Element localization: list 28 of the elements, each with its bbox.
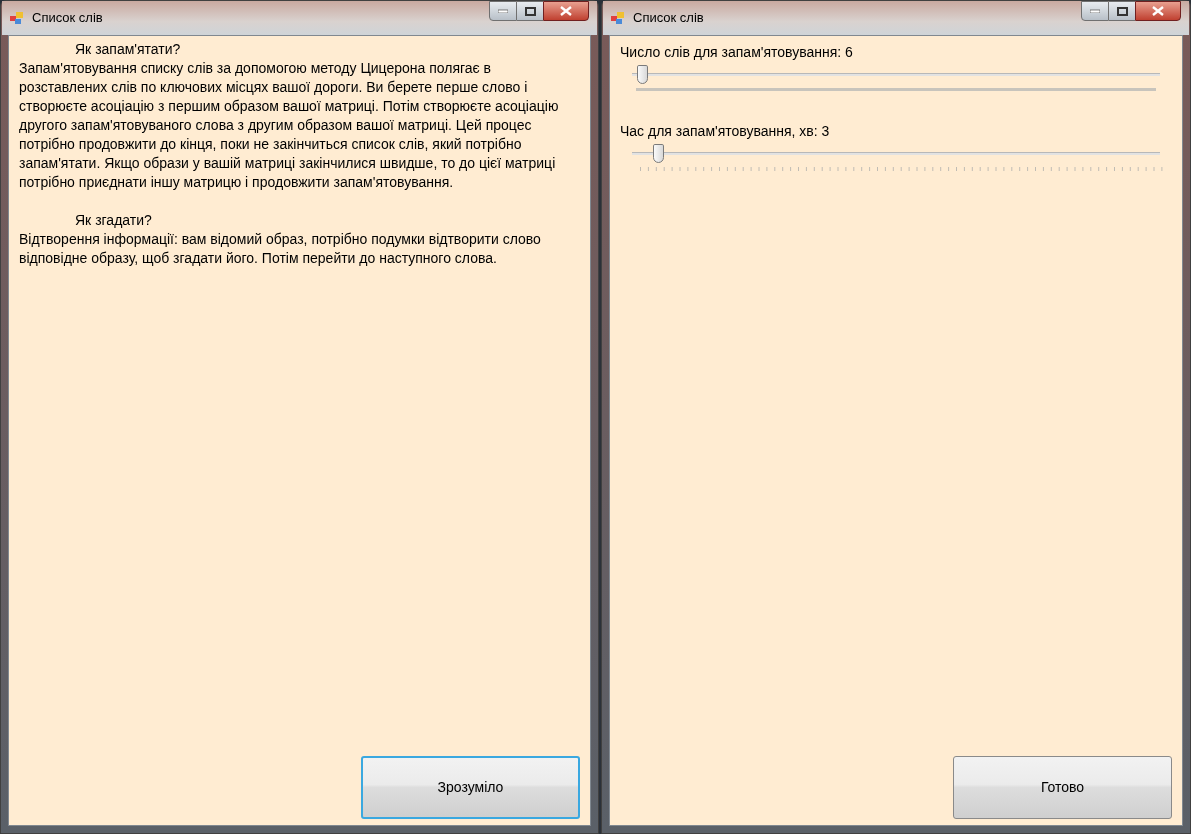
app-icon [611,11,625,25]
window-title: Список слів [32,9,103,28]
minimize-icon [498,9,508,13]
section-heading: Як запам'ятати? [74,40,182,59]
action-button[interactable]: Зрозуміло [361,756,580,819]
close-button[interactable] [543,1,589,21]
close-icon [1152,6,1164,16]
section-text: Запам'ятовування списку слів за допомогою методу Цицерона полягає в розставлених слів по ключових місцях вашої дороги. Ви берете перше слово і створюєте асоціацію з першим образом вашої матриці. Потім створюєте асоціацію другого запам'ятовуваного слова з другим образом вашої матриці. Цей процес потрібно продовжити до кінця, поки не закінчиться список слів, який потрібно запам'ятати. Якщо образи у вашій матриці закінчилися швидше, то до цієї матриці потрібно приєднати іншу матрицю і продовжити запам'ятовування. [19,59,560,192]
window-title: Список слів [633,9,704,28]
slider-label: Час для запам'ятовування, хв: 3 [620,122,831,141]
maximize-button[interactable] [517,1,543,21]
slider-label: Число слів для запам'ятовування: 6 [620,43,854,62]
slider-track[interactable] [632,144,1160,163]
section-text: Відтворення інформації: вам відомий образ, потрібно подумки відтворити слово відповідне образу, щоб згадати його. Потім перейти до наступного слова. [19,230,542,268]
slider-track[interactable] [632,65,1160,84]
maximize-icon [524,6,536,16]
minimize-icon [1090,9,1100,13]
maximize-button[interactable] [1109,1,1135,21]
slider-thumb[interactable] [637,65,649,84]
section-heading: Як згадати? [74,211,153,230]
close-icon [560,6,572,16]
close-button[interactable] [1135,1,1181,21]
minimize-button[interactable] [1081,1,1109,21]
action-button[interactable]: Готово [953,756,1172,819]
maximize-icon [1116,6,1128,16]
app-icon [10,11,24,25]
slider-thumb[interactable] [652,144,664,163]
minimize-button[interactable] [489,1,517,21]
